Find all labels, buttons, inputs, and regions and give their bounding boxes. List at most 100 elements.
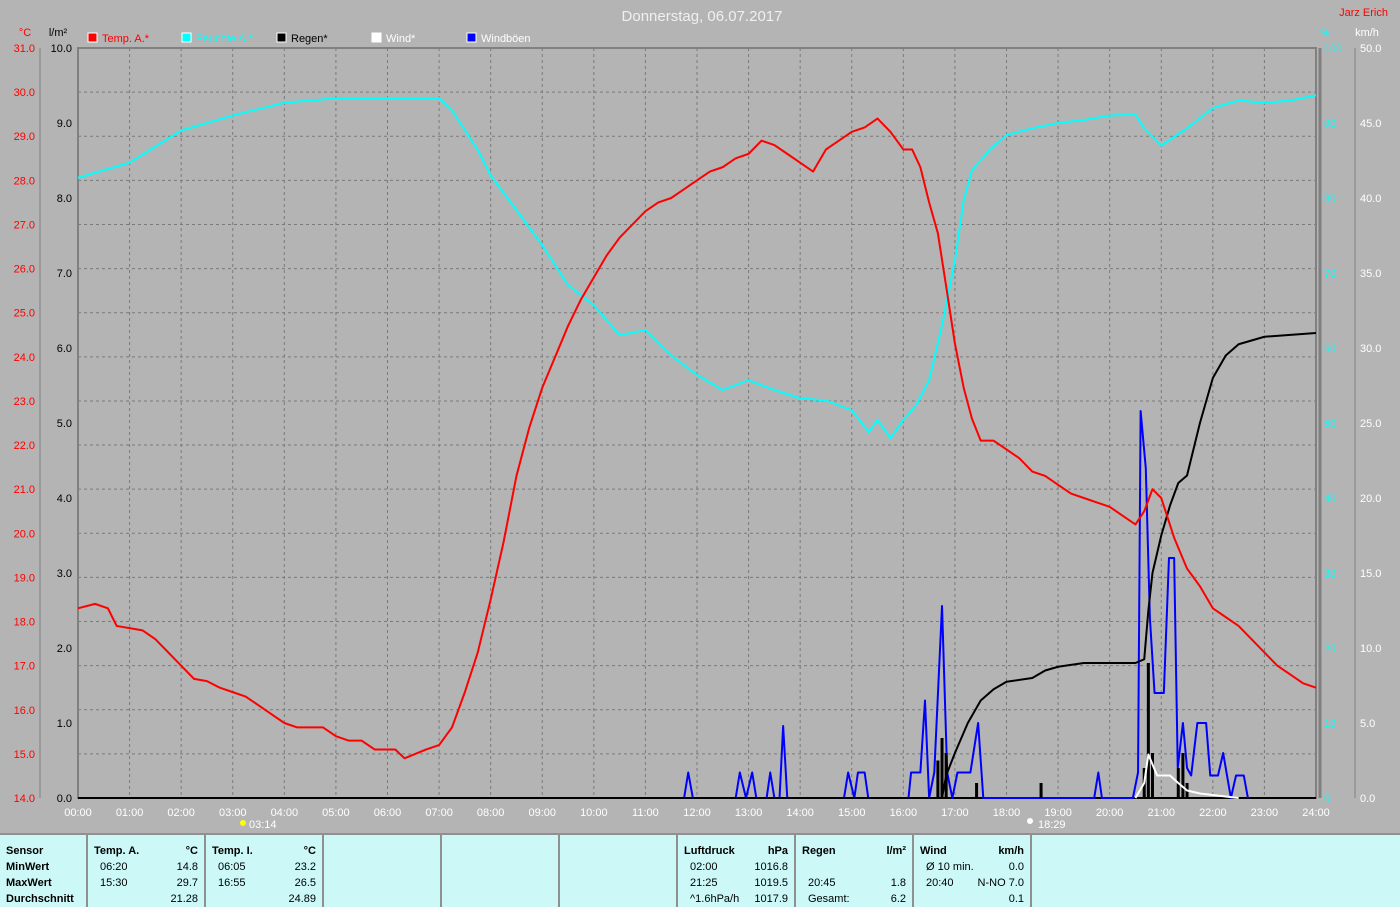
owner-name: Jarz Erich <box>1339 7 1388 19</box>
wind-tick-label: 10.0 <box>1360 643 1381 655</box>
legend-swatch <box>276 32 287 43</box>
temp-tick-label: 18.0 <box>14 617 35 629</box>
x-tick-label: 11:00 <box>632 807 659 819</box>
x-tick-label: 23:00 <box>1251 807 1279 819</box>
humidity-tick-label: 90 <box>1324 118 1336 130</box>
temp-tick-label: 19.0 <box>14 572 35 584</box>
col-empty-1 <box>324 835 442 907</box>
pressure-time: 02:00 <box>690 861 718 873</box>
wind-tick-label: 5.0 <box>1360 718 1375 730</box>
rain-tick-label: 10.0 <box>51 43 72 55</box>
temp-tick-label: 23.0 <box>14 396 35 408</box>
temp-unit-label: °C <box>19 27 31 39</box>
temp-tick-label: 30.0 <box>14 87 35 99</box>
rain-tick-label: 2.0 <box>57 643 72 655</box>
rain-tick-label: 9.0 <box>57 118 72 130</box>
pressure-time: ^1.6hPa/h <box>690 893 740 905</box>
temp_i-time: 16:55 <box>218 877 246 889</box>
col-rain: Regen l/m² 20:45 1.8 Gesamt: 6.2 <box>796 835 914 907</box>
unit-temp_i: °C <box>303 845 316 857</box>
rain-value: 1.8 <box>890 877 906 889</box>
temp-tick-label: 14.0 <box>14 793 35 805</box>
label-avg: Durchschnitt <box>6 893 74 905</box>
legend-label: Windböen <box>481 33 531 45</box>
pressure-value: 1017.9 <box>754 893 788 905</box>
temp_a-time <box>94 891 100 907</box>
header-temp_a: Temp. A. <box>94 845 140 857</box>
x-tick-label: 14:00 <box>786 807 814 819</box>
legend-swatch <box>181 32 192 43</box>
col-sensor: Sensor MinWert MaxWert Durchschnitt <box>0 835 88 907</box>
legend-swatch <box>87 32 98 43</box>
temp-tick-label: 20.0 <box>14 528 35 540</box>
sunrise-time: 03:14 <box>249 819 277 831</box>
legend-label: Wind* <box>386 33 416 45</box>
x-tick-label: 01:00 <box>116 807 144 819</box>
wind-tick-label: 35.0 <box>1360 268 1381 280</box>
rain-time: 20:45 <box>808 877 836 889</box>
x-tick-label: 07:00 <box>425 807 453 819</box>
legend-swatch <box>466 32 477 43</box>
temp-tick-label: 22.0 <box>14 440 35 452</box>
unit-temp_a: °C <box>185 845 198 857</box>
unit-wind: km/h <box>998 845 1024 857</box>
sunset-icon <box>1027 818 1033 824</box>
col-wind: Wind km/h Ø 10 min. 0.0 20:40 N-NO 7.0 0.1 <box>914 835 1032 907</box>
temp_a-value: 21.28 <box>170 893 198 905</box>
rain-tick-label: 6.0 <box>57 343 72 355</box>
rain-tick-label: 4.0 <box>57 493 72 505</box>
temp_a-value: 29.7 <box>176 877 198 889</box>
humidity-tick-label: 30 <box>1324 568 1336 580</box>
col-empty-3 <box>560 835 678 907</box>
rain-tick-label: 7.0 <box>57 268 72 280</box>
x-tick-label: 16:00 <box>890 807 918 819</box>
wind-tick-label: 45.0 <box>1360 118 1381 130</box>
humidity-unit-label: % <box>1320 27 1330 39</box>
rain-time <box>802 859 808 875</box>
temp-tick-label: 16.0 <box>14 705 35 717</box>
x-tick-label: 20:00 <box>1096 807 1124 819</box>
x-tick-label: 08:00 <box>477 807 505 819</box>
x-tick-label: 18:00 <box>993 807 1021 819</box>
rain-tick-label: 3.0 <box>57 568 72 580</box>
temp_i-time: 06:05 <box>218 861 246 873</box>
wind-tick-label: 20.0 <box>1360 493 1381 505</box>
wind-tick-label: 30.0 <box>1360 343 1381 355</box>
temp_i-value: 23.2 <box>294 861 316 873</box>
wind-value: 0.1 <box>1008 893 1024 905</box>
humidity-tick-label: 50 <box>1324 418 1336 430</box>
wind-tick-label: 0.0 <box>1360 793 1375 805</box>
x-tick-label: 24:00 <box>1302 807 1330 819</box>
rain-tick-label: 8.0 <box>57 193 72 205</box>
temp-tick-label: 21.0 <box>14 484 35 496</box>
wind-tick-label: 50.0 <box>1360 43 1381 55</box>
col-empty-2 <box>442 835 560 907</box>
header-temp_i: Temp. I. <box>212 845 253 857</box>
legend-label: Temp. A.* <box>102 33 150 45</box>
temp-tick-label: 31.0 <box>14 43 35 55</box>
header-wind: Wind <box>920 845 947 857</box>
x-tick-label: 06:00 <box>374 807 402 819</box>
unit-rain: l/m² <box>886 845 906 857</box>
temp_i-value: 26.5 <box>294 877 316 889</box>
rain-tick-label: 5.0 <box>57 418 72 430</box>
rain-time: Gesamt: <box>808 893 850 905</box>
x-tick-label: 13:00 <box>735 807 763 819</box>
header-rain: Regen <box>802 845 836 857</box>
x-tick-label: 00:00 <box>64 807 92 819</box>
x-tick-label: 12:00 <box>683 807 711 819</box>
humidity-tick-label: 20 <box>1324 643 1336 655</box>
temp_a-time: 06:20 <box>100 861 128 873</box>
temp-tick-label: 17.0 <box>14 661 35 673</box>
rain-tick-label: 0.0 <box>57 793 72 805</box>
sunrise-marker: 03:14 <box>240 819 277 831</box>
humidity-tick-label: 100 <box>1324 43 1342 55</box>
wind-time: Ø 10 min. <box>926 861 974 873</box>
x-tick-label: 09:00 <box>528 807 556 819</box>
x-tick-label: 10:00 <box>580 807 608 819</box>
x-tick-label: 15:00 <box>838 807 866 819</box>
col-pressure: Luftdruck hPa 02:00 1016.8 21:25 1019.5 ^1.6hP… <box>678 835 796 907</box>
x-tick-label: 22:00 <box>1199 807 1227 819</box>
humidity-tick-label: 40 <box>1324 493 1336 505</box>
rain-bar <box>975 783 979 798</box>
